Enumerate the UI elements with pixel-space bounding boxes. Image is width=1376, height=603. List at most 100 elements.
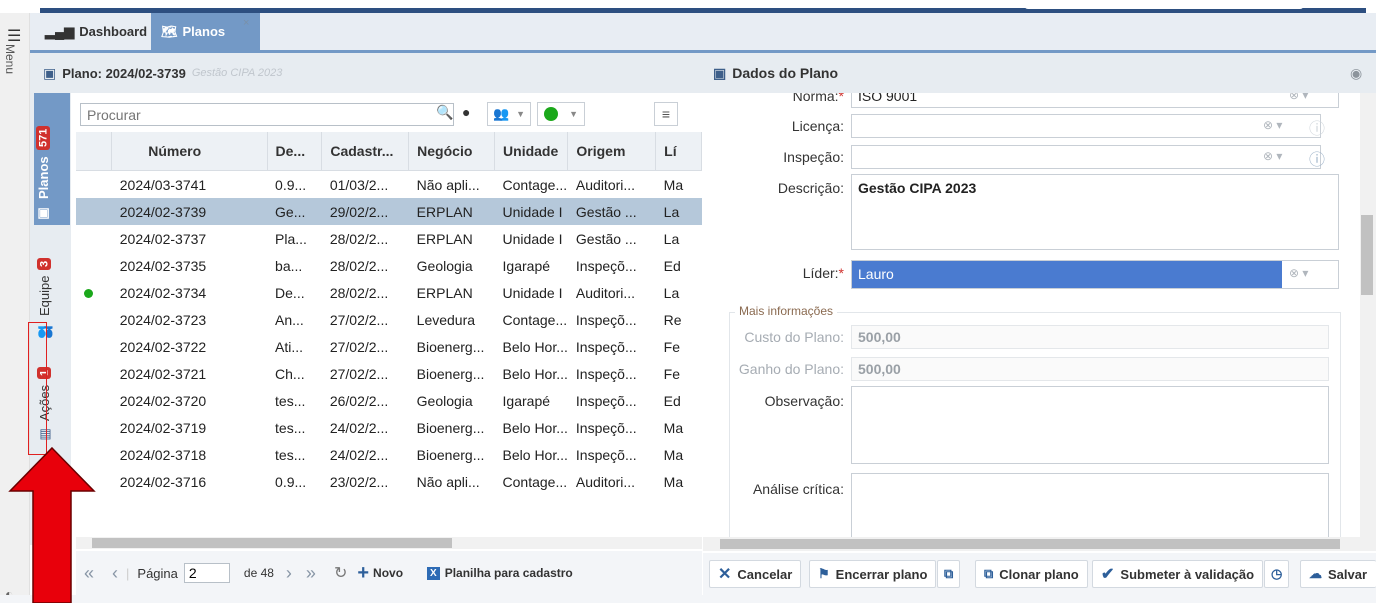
column-header[interactable]: Unidade (494, 132, 569, 171)
norma-field[interactable]: ISO 9001 (851, 93, 1339, 108)
clear-icon[interactable]: ⊗ ▾ (1289, 93, 1308, 102)
side-tab-label: Planos (36, 156, 51, 199)
details-vertical-scrollbar[interactable] (1360, 93, 1376, 537)
ganho-field: 500,00 (851, 357, 1329, 381)
table-row[interactable]: 2024/02-3734 De... 28/02/2... ERPLAN Unidade… (76, 279, 702, 306)
cell-origem: Inspeçõ... (575, 311, 637, 328)
button-label: Salvar (1328, 566, 1368, 582)
copy-button[interactable]: ⧉ (937, 560, 961, 588)
cell-cadastro: 01/03/2... (329, 176, 389, 193)
tab-close-icon[interactable]: × (243, 17, 249, 29)
inspecao-label: Inspeção: (783, 149, 844, 165)
cell-lider: Fe (663, 365, 681, 382)
search-box[interactable] (80, 103, 454, 126)
column-header[interactable]: Número (111, 132, 268, 171)
table-row[interactable]: 2024/02-3716 0.9... 23/02/2... Não apli... C… (76, 468, 702, 495)
table-header-row: Número De... Cadastr... Negócio Unidade … (76, 132, 702, 171)
licenca-field[interactable] (851, 114, 1321, 138)
cell-desc: Ati... (275, 338, 304, 355)
history-button[interactable]: ◷ (1264, 560, 1290, 588)
inspecao-field[interactable] (851, 145, 1321, 169)
clear-icon[interactable]: ⊗ ▾ (1289, 266, 1308, 280)
cell-cadastro: 24/02/2... (329, 446, 389, 463)
columns-menu-icon[interactable]: ≡ (654, 102, 678, 126)
collapse-panel-icon[interactable]: ◉ (1350, 65, 1362, 82)
menu-label[interactable]: Menu (3, 44, 17, 74)
licenca-label: Licença: (791, 118, 844, 134)
table-row[interactable]: 2024/02-3722 Ati... 27/02/2... Bioenerg... B… (76, 333, 702, 360)
clone-plan-button[interactable]: ⧉ Clonar plano (975, 560, 1088, 588)
cell-unidade: Belo Hor... (502, 365, 568, 382)
top-search-field[interactable] (1024, 0, 1304, 9)
column-header[interactable]: Cadastr... (321, 132, 410, 171)
cell-desc: 0.9... (275, 473, 307, 490)
table-row[interactable]: 2024/02-3739 Ge... 29/02/2... ERPLAN Unidade… (76, 198, 702, 225)
lider-value: Lauro (858, 266, 894, 282)
hamburger-menu-icon[interactable]: ☰ (7, 26, 21, 46)
table-row[interactable]: 2024/02-3723 An... 27/02/2... Levedura Conta… (76, 306, 702, 333)
clear-icon[interactable]: ⊗ ▾ (1263, 149, 1282, 163)
tab-dashboard[interactable]: ▂▄▆ Dashboard (35, 13, 157, 50)
status-filter-dropdown[interactable]: ▼ (537, 102, 585, 126)
team-filter-dropdown[interactable]: 👥 ▼ (487, 102, 531, 126)
status-cell (76, 198, 112, 225)
refresh-icon[interactable]: ↻ (334, 563, 347, 583)
descricao-label: Descrição: (777, 180, 844, 196)
status-cell (76, 279, 112, 306)
export-button[interactable]: Planilha para cadastro (445, 566, 573, 580)
pager: « ‹ | Página de 48 › » ↻ + Novo X Planil… (76, 551, 702, 595)
table-row[interactable]: 2024/02-3719 tes... 24/02/2... Bioenerg... B… (76, 414, 702, 441)
column-header[interactable]: Negócio (408, 132, 496, 171)
details-hscrollbar-thumb[interactable] (720, 539, 1340, 549)
save-button[interactable]: ☁ Salvar (1300, 560, 1376, 588)
table-row[interactable]: 2024/02-3718 tes... 24/02/2... Bioenerg... B… (76, 441, 702, 468)
cell-unidade: Unidade I (494, 198, 568, 225)
last-page-icon[interactable]: » (306, 563, 316, 584)
status-cell (76, 225, 112, 252)
clear-icon[interactable]: ⊗ ▾ (1263, 118, 1282, 132)
observacao-field[interactable] (851, 386, 1329, 464)
status-cell (76, 252, 112, 279)
cell-negocio: Bioenerg... (416, 446, 485, 463)
analise-field[interactable] (851, 473, 1329, 537)
user-filter-icon[interactable]: ● (462, 104, 470, 120)
cell-unidade: Unidade I (502, 284, 563, 301)
table-row[interactable]: 2024/02-3720 tes... 26/02/2... Geologia Igar… (76, 387, 702, 414)
new-button[interactable]: Novo (373, 566, 403, 580)
page-total: de 48 (243, 566, 274, 580)
cell-numero: 2024/02-3720 (119, 392, 207, 409)
details-scrollbar-thumb[interactable] (1361, 215, 1373, 295)
close-plan-button[interactable]: ⚑ Encerrar plano (809, 560, 937, 588)
submit-validation-button[interactable]: ✔ Submeter à validação (1092, 560, 1264, 588)
descricao-field[interactable]: Gestão CIPA 2023 (851, 174, 1339, 250)
cancel-button[interactable]: ✕ Cancelar (709, 560, 802, 588)
plus-icon[interactable]: + (357, 562, 369, 585)
lider-field[interactable]: Lauro (851, 260, 1339, 289)
column-header[interactable]: Origem (567, 132, 657, 171)
table-row[interactable]: 2024/02-3721 Ch... 27/02/2... Bioenerg... Be… (76, 360, 702, 387)
table-row[interactable]: 2024/02-3737 Pla... 28/02/2... ERPLAN Unidad… (76, 225, 702, 252)
highlight-box (28, 322, 47, 455)
search-icon[interactable]: 🔍 (436, 104, 453, 121)
info-icon[interactable]: ⓘ (1309, 146, 1325, 170)
cell-desc: An... (275, 311, 304, 328)
side-tab-planos[interactable]: ▣ Planos 571 (36, 100, 51, 220)
more-info-legend: Mais informações (735, 304, 838, 318)
table-row[interactable]: 2024/02-3735 ba... 28/02/2... Geologia Igara… (76, 252, 702, 279)
column-header[interactable]: Lí (655, 132, 702, 171)
button-label: Cancelar (737, 566, 793, 582)
next-page-icon[interactable]: › (286, 563, 292, 584)
prev-page-icon[interactable]: ‹ (112, 563, 118, 584)
plans-table: Número De... Cadastr... Negócio Unidade … (76, 132, 702, 495)
button-label: Encerrar plano (835, 566, 928, 582)
page-number-input[interactable] (183, 563, 230, 583)
cell-cadastro: 29/02/2... (321, 198, 409, 225)
column-header[interactable]: De... (267, 132, 323, 171)
cell-desc: De... (275, 284, 305, 301)
excel-icon[interactable]: X (427, 566, 440, 580)
copy-icon: ⧉ (944, 566, 954, 581)
info-icon[interactable]: ⓘ (1309, 115, 1325, 139)
search-input[interactable] (81, 104, 429, 126)
grid-scrollbar-thumb[interactable] (92, 538, 452, 548)
table-row[interactable]: 2024/03-3741 0.9... 01/03/2... Não apli... C… (76, 171, 702, 199)
